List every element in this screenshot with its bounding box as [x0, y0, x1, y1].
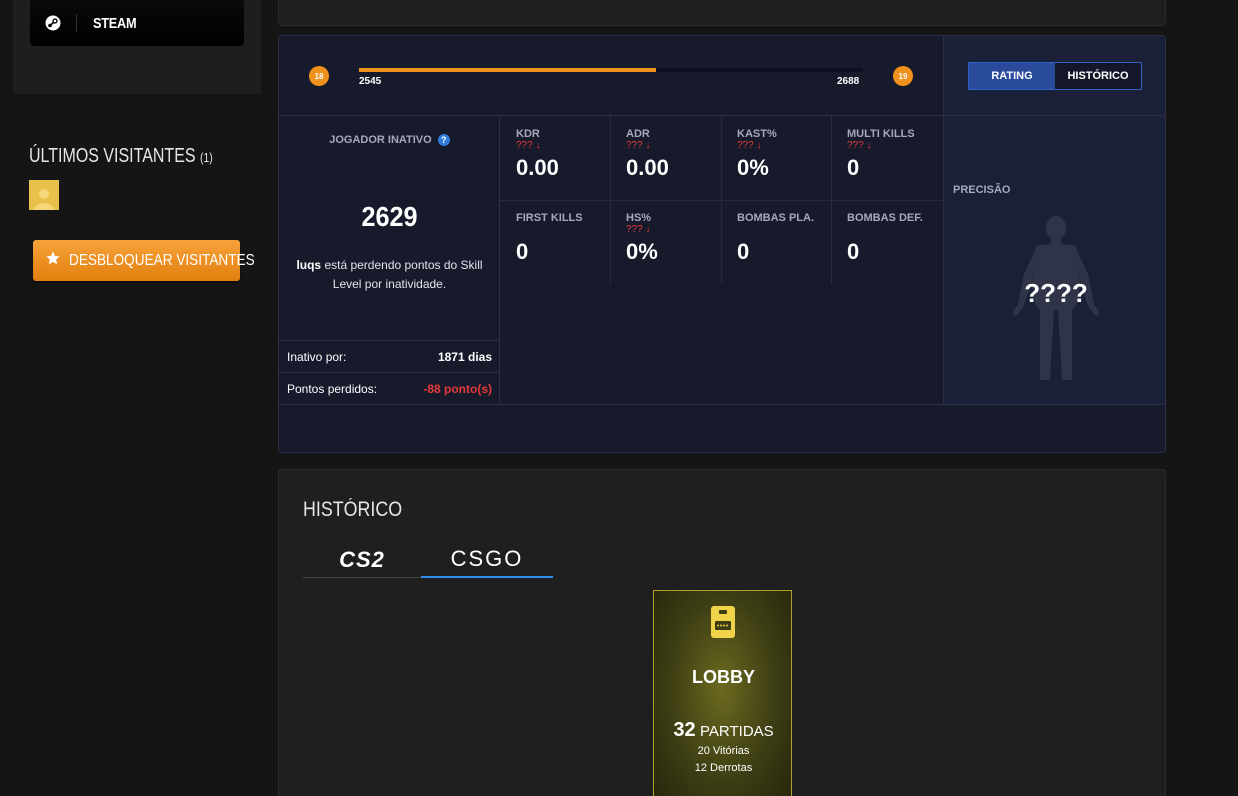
metric-trend: ??? ↓ — [626, 140, 651, 151]
current-level-badge: 18 — [309, 66, 329, 86]
level-min-points: 2545 — [359, 76, 382, 87]
metric-trend: ??? ↓ — [737, 140, 762, 151]
view-toggle: RATING HISTÓRICO — [968, 62, 1142, 90]
steam-label: STEAM — [93, 14, 137, 32]
precision-value: ???? — [1024, 278, 1088, 308]
precision-panel: PRECISÃO ???? — [943, 116, 1165, 404]
inactive-duration-label: Inativo por: — [287, 349, 347, 364]
metric-name: BOMBAS PLA. — [737, 212, 814, 224]
metric-trend — [737, 224, 831, 237]
precision-title: PRECISÃO — [953, 184, 1011, 196]
player-name: luqs — [296, 258, 322, 272]
lobby-matches: 32 PARTIDAS — [654, 719, 791, 742]
metric-value: 0 — [847, 155, 860, 180]
metric-value: 0 — [516, 239, 529, 264]
history-title: HISTÓRICO — [303, 498, 403, 521]
tab-cs2[interactable]: CS2 — [303, 542, 421, 577]
lobby-card[interactable]: LOBBY 32 PARTIDAS 20 Vitórias 12 Derrota… — [653, 590, 792, 796]
metric-trend — [516, 224, 610, 237]
recent-visitors-title: ÚLTIMOS VISITANTES (1) — [29, 145, 213, 168]
points-lost-label: Pontos perdidos: — [287, 381, 378, 396]
steam-divider — [76, 14, 77, 32]
previous-card — [278, 0, 1166, 26]
stats-card: 18 2545 2688 19 RATING HISTÓRICO JOGADOR… — [278, 35, 1166, 453]
metric-name: KDR — [516, 128, 540, 140]
rating-toggle-button[interactable]: RATING — [969, 63, 1055, 89]
inactivity-message: luqs está perdendo pontos do Skill Level… — [289, 256, 490, 294]
metric-kdr: KDR ??? ↓ 0.00 — [500, 116, 610, 200]
metric-value: 0% — [737, 155, 769, 180]
skill-points: 2629 — [361, 201, 418, 232]
metric-name: MULTI KILLS — [847, 128, 915, 140]
unlock-visitors-label: DESBLOQUEAR VISITANTES — [69, 251, 255, 269]
recent-visitors-count: (1) — [200, 150, 213, 165]
metric-value: 0 — [737, 239, 750, 264]
metric-name: HS% — [626, 212, 652, 224]
steam-icon — [42, 12, 64, 34]
metric-trend — [847, 224, 941, 237]
next-level-badge: 19 — [893, 66, 913, 86]
visitor-avatar[interactable] — [29, 180, 59, 210]
metric-value: 0% — [626, 239, 658, 264]
metric-trend: ??? ↓ — [847, 140, 872, 151]
level-progress-bar — [359, 68, 863, 72]
level-progress-fill — [359, 68, 657, 72]
metric-hs: HS% ??? ↓ 0% — [610, 200, 720, 284]
metric-name: BOMBAS DEF. — [847, 212, 923, 224]
lobby-wins: 20 Vitórias — [697, 745, 750, 757]
history-card: HISTÓRICO CS2 CSGO LOBBY 32 PARTIDAS 20 … — [278, 469, 1166, 796]
unlock-visitors-button[interactable]: DESBLOQUEAR VISITANTES — [33, 240, 255, 281]
metric-value: 0 — [847, 239, 860, 264]
points-lost-value: -88 ponto(s) — [423, 381, 492, 396]
metric-bombs-planted: BOMBAS PLA. 0 — [721, 200, 831, 284]
inactive-player-label: JOGADOR INATIVO — [329, 134, 432, 146]
recent-visitors-label: ÚLTIMOS VISITANTES — [29, 145, 196, 167]
star-icon — [45, 250, 61, 271]
inactivity-message-text: está perdendo pontos do Skill Level por … — [321, 258, 483, 291]
metric-name: FIRST KILLS — [516, 212, 583, 224]
lobby-losses: 12 Derrotas — [694, 762, 753, 774]
metric-trend: ??? ↓ — [626, 224, 651, 235]
game-tabs: CS2 CSGO — [303, 538, 553, 578]
inactive-duration-value: 1871 dias — [437, 349, 492, 364]
inactive-duration-row: Inativo por: 1871 dias — [279, 340, 500, 372]
lobby-matches-count: 32 — [673, 719, 696, 741]
metric-value: 0.00 — [626, 155, 669, 180]
inactive-player-title: JOGADOR INATIVO ? — [279, 134, 500, 147]
metric-trend: ??? ↓ — [516, 140, 541, 151]
lobby-matches-label: PARTIDAS — [700, 723, 774, 740]
metrics-grid: KDR ??? ↓ 0.00 ADR ??? ↓ 0.00 KAST% ??? … — [500, 116, 943, 284]
skill-level-progress: 18 2545 2688 19 — [279, 36, 943, 116]
page-root: STEAM ÚLTIMOS VISITANTES (1) DESBLOQUEAR… — [0, 0, 1238, 796]
metric-name: ADR — [626, 128, 650, 140]
history-toggle-button[interactable]: HISTÓRICO — [1055, 63, 1141, 89]
points-lost-row: Pontos perdidos: -88 ponto(s) — [279, 372, 500, 404]
metric-value: 0.00 — [516, 155, 559, 180]
metric-bombs-defused: BOMBAS DEF. 0 — [831, 200, 941, 284]
info-icon[interactable]: ? — [437, 134, 450, 147]
steam-button[interactable]: STEAM — [30, 0, 244, 46]
metric-adr: ADR ??? ↓ 0.00 — [610, 116, 720, 200]
metric-first-kills: FIRST KILLS 0 — [500, 200, 610, 284]
lobby-name: LOBBY — [692, 667, 755, 687]
ticket-icon — [711, 606, 735, 638]
inactive-player-panel: JOGADOR INATIVO ? 2629 luqs está perdend… — [279, 116, 500, 404]
metric-name: KAST% — [737, 128, 777, 140]
view-toggle-area: RATING HISTÓRICO — [943, 36, 1165, 116]
metric-kast: KAST% ??? ↓ 0% — [721, 116, 831, 200]
tab-csgo[interactable]: CSGO — [421, 542, 553, 578]
metric-multi-kills: MULTI KILLS ??? ↓ 0 — [831, 116, 941, 200]
stats-footer — [279, 404, 1165, 452]
level-max-points: 2688 — [837, 76, 860, 87]
